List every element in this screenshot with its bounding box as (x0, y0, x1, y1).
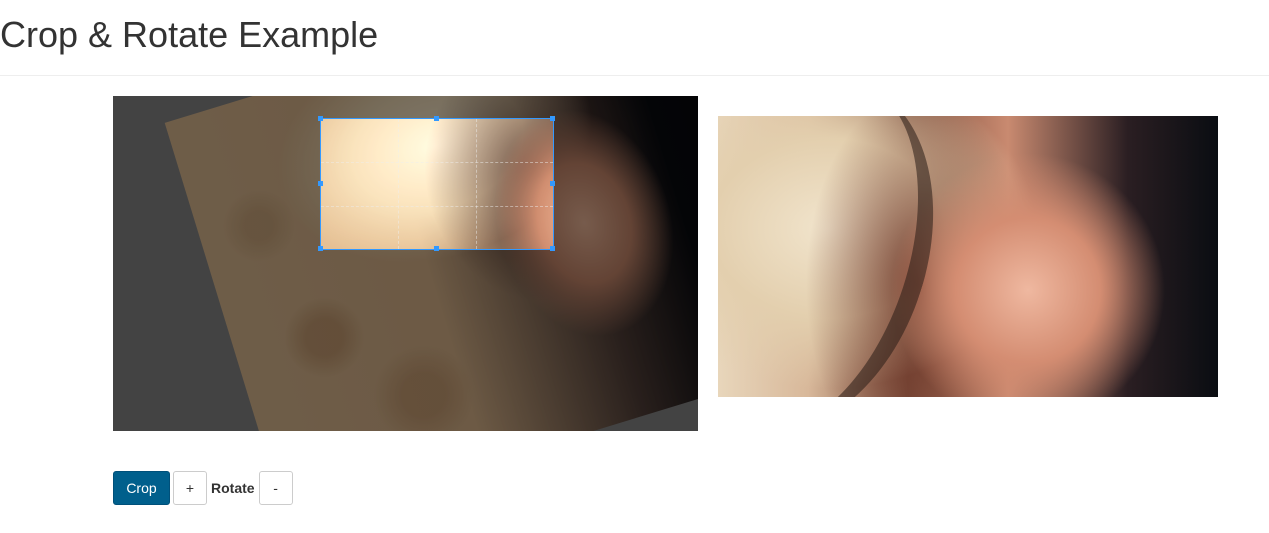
preview-hat-brim (718, 116, 976, 397)
header-divider (0, 75, 1269, 76)
crop-preview-image (718, 116, 1218, 397)
crop-handle-e[interactable] (550, 181, 555, 186)
crop-box[interactable] (320, 118, 554, 250)
crop-handle-se[interactable] (550, 246, 555, 251)
page-title: Crop & Rotate Example (0, 14, 379, 55)
rotate-plus-button[interactable]: + (173, 471, 207, 505)
rotate-label: Rotate (211, 480, 255, 496)
crop-handle-nw[interactable] (318, 116, 323, 121)
cropper-canvas[interactable] (113, 96, 698, 431)
rotate-minus-button[interactable]: - (258, 471, 293, 505)
crop-handle-s[interactable] (434, 246, 439, 251)
crop-handle-n[interactable] (434, 116, 439, 121)
crop-handle-sw[interactable] (318, 246, 323, 251)
crop-handle-ne[interactable] (550, 116, 555, 121)
crop-button[interactable]: Crop (113, 471, 170, 505)
crop-handle-w[interactable] (318, 181, 323, 186)
crop-guide-vertical (398, 119, 477, 249)
toolbar: Crop + Rotate - (113, 471, 293, 505)
